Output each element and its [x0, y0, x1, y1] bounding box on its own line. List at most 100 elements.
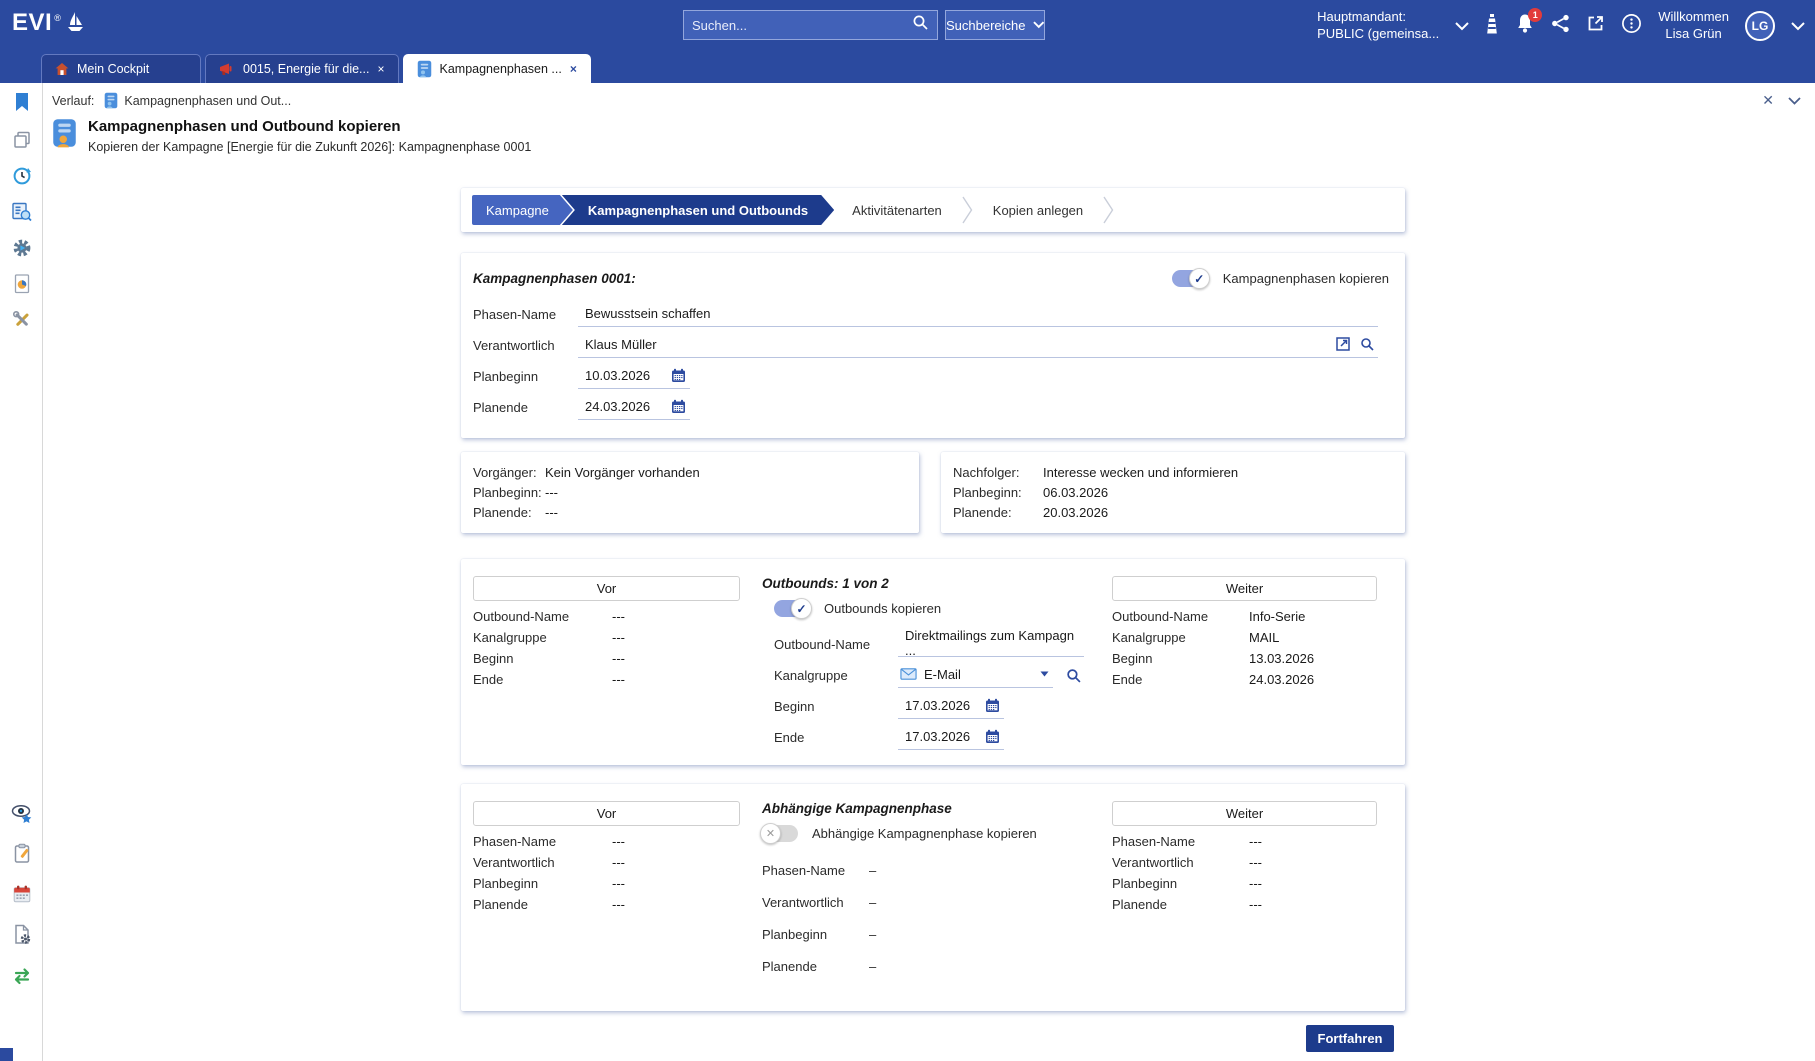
search-icon[interactable]	[1066, 668, 1081, 683]
notifications-bell[interactable]: 1	[1515, 13, 1535, 39]
sidebar	[0, 83, 43, 1061]
lighthouse-icon[interactable]	[1485, 13, 1499, 40]
next-phase-button[interactable]: Weiter	[1112, 801, 1377, 826]
row-value: ---	[612, 651, 625, 666]
plan-begin-row: Planbeginn 10.03.2026	[473, 361, 1389, 392]
step-label: Kampagne	[486, 203, 549, 218]
global-search	[683, 10, 938, 40]
outbounds-card: Vor Outbound-Name--- Kanalgruppe--- Begi…	[461, 559, 1405, 765]
successor-card: Nachfolger:Interesse wecken und informie…	[941, 452, 1405, 533]
wizard-steps-card: Kampagne Kampagnenphasen und Outbounds A…	[461, 188, 1405, 232]
step-kampagne[interactable]: Kampagne	[472, 195, 573, 225]
outbounds-copy-toggle[interactable]: ✓	[774, 600, 810, 617]
calendar-picker-icon[interactable]	[671, 368, 686, 383]
mandant-selector[interactable]: Hauptmandant: PUBLIC (gemeinsa...	[1317, 9, 1439, 43]
bookmark-icon[interactable]	[0, 92, 43, 112]
tab-mein-cockpit[interactable]: Mein Cockpit	[41, 54, 201, 83]
next-outbound-button[interactable]: Weiter	[1112, 576, 1377, 601]
end-input[interactable]: 17.03.2026	[898, 726, 1004, 750]
welcome-label: Willkommen	[1658, 9, 1729, 26]
history-item[interactable]: Kampagnenphasen und Out...	[104, 92, 291, 109]
step-kampagnenphasen-outbounds[interactable]: Kampagnenphasen und Outbounds	[562, 195, 834, 225]
search-input[interactable]	[692, 18, 912, 33]
tools-icon[interactable]	[0, 310, 43, 330]
begin-row: Beginn 17.03.2026	[774, 691, 1112, 722]
row-value: ---	[612, 876, 625, 891]
mandant-label: Hauptmandant:	[1317, 9, 1439, 26]
row-label: Beginn	[1112, 651, 1249, 666]
field-value: 17.03.2026	[905, 729, 970, 744]
field-label: Ende	[774, 730, 898, 745]
chevron-down-icon[interactable]	[1788, 97, 1801, 105]
chevron-down-icon[interactable]	[1791, 22, 1805, 31]
phase-name-input[interactable]: Bewusstsein schaffen	[578, 303, 1378, 327]
field-label: Beginn	[774, 699, 898, 714]
more-options-icon[interactable]	[1621, 13, 1642, 39]
row-value: Interesse wecken und informieren	[1043, 465, 1238, 480]
row-label: Outbound-Name	[1112, 609, 1249, 624]
plan-end-input[interactable]: 24.03.2026	[578, 396, 690, 420]
person-card-icon	[417, 60, 432, 78]
predecessor-row: Vorgänger:Kein Vorgänger vorhanden	[473, 462, 907, 482]
row-value: ---	[612, 609, 625, 624]
outbounds-toggle-label: Outbounds kopieren	[824, 601, 941, 616]
sync-icon[interactable]	[0, 967, 43, 985]
document-settings-icon[interactable]	[0, 924, 43, 945]
previous-outbound-button[interactable]: Vor	[473, 576, 740, 601]
row-value: 06.03.2026	[1043, 485, 1108, 500]
predecessor-row: Planende:---	[473, 502, 907, 522]
field-value: –	[869, 959, 876, 974]
phase-copy-toggle[interactable]: ✓	[1172, 270, 1208, 287]
row-value: ---	[1249, 855, 1262, 870]
plan-begin-input[interactable]: 10.03.2026	[578, 365, 690, 389]
settings-run-icon[interactable]	[0, 238, 43, 258]
dependent-previous-panel: Vor Phasen-Name--- Verantwortlich--- Pla…	[473, 801, 740, 1011]
row-label: Verantwortlich	[473, 855, 612, 870]
field-label: Verantwortlich	[762, 895, 869, 910]
calendar-picker-icon[interactable]	[985, 729, 1000, 744]
search-scope-dropdown[interactable]: Suchbereiche	[945, 10, 1045, 40]
close-icon[interactable]: ✕	[1762, 92, 1774, 109]
chart-document-icon[interactable]	[0, 274, 43, 294]
row-value: ---	[612, 897, 625, 912]
share-icon[interactable]	[1551, 14, 1570, 38]
search-icon[interactable]	[1360, 337, 1374, 351]
begin-input[interactable]: 17.03.2026	[898, 695, 1004, 719]
field-value: Direktmailings zum Kampagn ...	[905, 628, 1080, 658]
responsible-input[interactable]: Klaus Müller	[578, 334, 1378, 358]
calendar-picker-icon[interactable]	[671, 399, 686, 414]
row-label: Planbeginn:	[473, 485, 545, 500]
avatar[interactable]: LG	[1745, 11, 1775, 41]
step-aktivitaetenarten[interactable]: Aktivitätenarten	[834, 195, 960, 225]
open-record-icon[interactable]	[1336, 337, 1350, 351]
notification-badge: 1	[1528, 8, 1542, 22]
row-value: ---	[1249, 876, 1262, 891]
search-icon[interactable]	[912, 14, 929, 36]
row-label: Ende	[473, 672, 612, 687]
clipboard-edit-icon[interactable]	[0, 843, 43, 864]
dependent-next-panel: Weiter Phasen-Name--- Verantwortlich--- …	[1112, 801, 1377, 1011]
topbar: EVI ® Suchbereiche Hauptmandant: PUBLIC …	[0, 0, 1815, 52]
open-new-window-icon[interactable]	[1586, 14, 1605, 38]
calendar-icon[interactable]	[0, 884, 43, 904]
copy-icon[interactable]	[0, 130, 43, 150]
report-search-icon[interactable]	[0, 202, 43, 222]
continue-button[interactable]: Fortfahren	[1306, 1025, 1394, 1052]
step-kopien-anlegen[interactable]: Kopien anlegen	[975, 195, 1101, 225]
eye-star-icon[interactable]	[0, 803, 43, 825]
channel-group-select[interactable]: E-Mail	[898, 664, 1053, 688]
tab-kampagne-0015[interactable]: 0015, Energie für die... ×	[205, 54, 399, 83]
calendar-picker-icon[interactable]	[985, 698, 1000, 713]
row-label: Planende:	[953, 505, 1043, 520]
dependent-copy-toggle[interactable]: ✕	[762, 825, 798, 842]
field-value: –	[869, 895, 876, 910]
chevron-down-icon[interactable]	[1455, 22, 1469, 31]
outbound-name-input[interactable]: Direktmailings zum Kampagn ...	[898, 633, 1084, 657]
phase-card-title: Kampagnenphasen 0001:	[473, 271, 636, 286]
close-icon[interactable]: ×	[377, 63, 384, 75]
close-icon[interactable]: ×	[570, 63, 577, 75]
previous-phase-button[interactable]: Vor	[473, 801, 740, 826]
history-icon[interactable]	[0, 166, 43, 186]
field-label: Planbeginn	[473, 369, 578, 384]
tab-kampagnenphasen[interactable]: Kampagnenphasen ... ×	[403, 54, 591, 83]
